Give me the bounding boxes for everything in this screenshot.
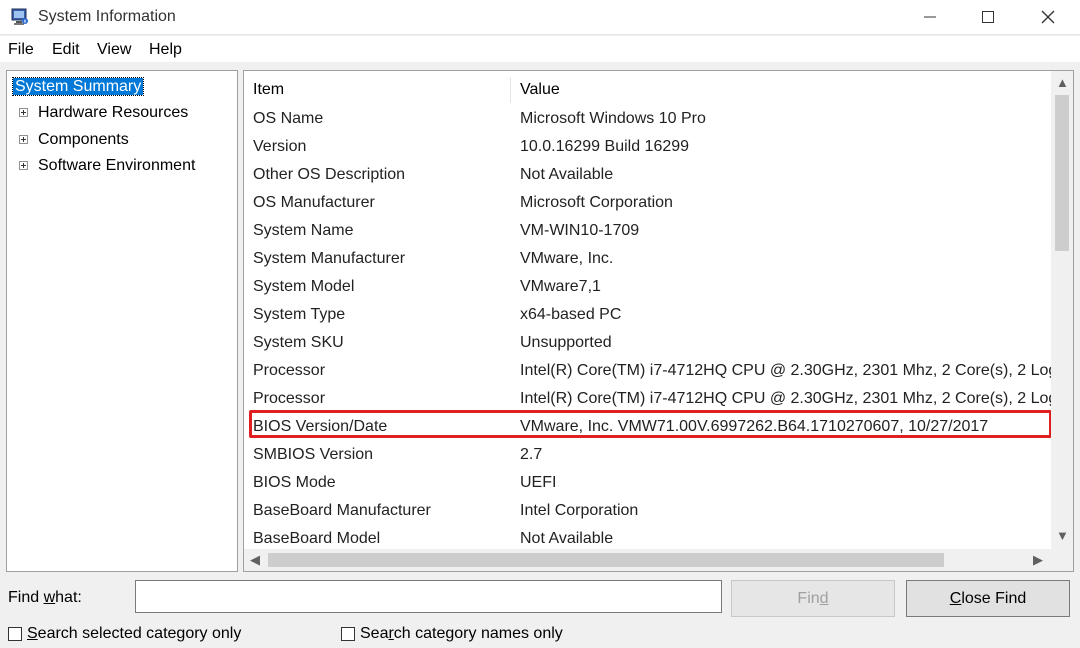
find-what-label: Find what: bbox=[8, 589, 82, 606]
cell-value: Intel Corporation bbox=[520, 502, 639, 519]
table-row[interactable]: Processor Intel(R) Core(TM) i7-4712HQ CPU… bbox=[244, 357, 1052, 385]
scroll-right-icon[interactable]: ▶ bbox=[1033, 553, 1043, 566]
expand-plus-icon[interactable] bbox=[19, 108, 28, 117]
table-row[interactable]: OS Name Microsoft Windows 10 Pro bbox=[244, 105, 1052, 133]
category-tree[interactable]: System Summary Hardware Resources Compon… bbox=[6, 70, 238, 572]
cell-value: Intel(R) Core(TM) i7-4712HQ CPU @ 2.30GH… bbox=[520, 362, 1052, 379]
vertical-scrollbar[interactable]: ▲ ▼ bbox=[1051, 71, 1073, 571]
checkbox-label: Search category names only bbox=[360, 625, 563, 642]
cell-value: Unsupported bbox=[520, 334, 612, 351]
scroll-down-icon[interactable]: ▼ bbox=[1056, 529, 1069, 542]
scroll-left-icon[interactable]: ◀ bbox=[250, 553, 260, 566]
horizontal-scrollbar[interactable]: ◀ ▶ bbox=[244, 549, 1051, 571]
column-header-value[interactable]: Value bbox=[520, 79, 560, 105]
cell-value: x64-based PC bbox=[520, 306, 622, 323]
checkbox-box[interactable] bbox=[8, 627, 22, 641]
table-row[interactable]: OS Manufacturer Microsoft Corporation bbox=[244, 189, 1052, 217]
cell-value: Microsoft Corporation bbox=[520, 194, 673, 211]
menu-bar: File Edit View Help bbox=[0, 36, 1080, 62]
cell-value: 10.0.16299 Build 16299 bbox=[520, 138, 690, 155]
cell-item: System SKU bbox=[253, 334, 344, 351]
cell-value: Intel(R) Core(TM) i7-4712HQ CPU @ 2.30GH… bbox=[520, 390, 1052, 407]
cell-item: OS Name bbox=[253, 110, 324, 127]
cell-value: Not Available bbox=[520, 166, 614, 183]
window-title: System Information bbox=[38, 8, 176, 25]
scroll-up-icon[interactable]: ▲ bbox=[1056, 76, 1069, 89]
maximize-icon bbox=[982, 11, 994, 23]
table-row[interactable]: Version 10.0.16299 Build 16299 bbox=[244, 133, 1052, 161]
vertical-scroll-thumb[interactable] bbox=[1055, 95, 1069, 251]
table-row[interactable]: System Model VMware7,1 bbox=[244, 273, 1052, 301]
close-button[interactable] bbox=[1018, 0, 1078, 34]
tree-item-label: System Summary bbox=[11, 77, 145, 96]
cell-item: Processor bbox=[253, 362, 326, 379]
cell-item: Other OS Description bbox=[253, 166, 406, 183]
table-row[interactable]: Other OS Description Not Available bbox=[244, 161, 1052, 189]
cell-value: UEFI bbox=[520, 474, 557, 491]
cell-value: VMware, Inc. bbox=[520, 250, 614, 267]
close-find-button[interactable]: Close Find bbox=[906, 580, 1070, 617]
tree-item-components[interactable]: Components bbox=[19, 129, 129, 151]
table-row[interactable]: System Name VM-WIN10-1709 bbox=[244, 217, 1052, 245]
tree-item-hardware-resources[interactable]: Hardware Resources bbox=[19, 102, 188, 124]
cell-item: SMBIOS Version bbox=[253, 446, 374, 463]
tree-item-label: Components bbox=[38, 131, 129, 148]
cell-item: System Manufacturer bbox=[253, 250, 406, 267]
cell-item: OS Manufacturer bbox=[253, 194, 375, 211]
cell-value: VMware7,1 bbox=[520, 278, 601, 295]
minimize-icon bbox=[924, 16, 936, 18]
menu-file[interactable]: File bbox=[8, 41, 34, 59]
cell-item: Version bbox=[253, 138, 307, 155]
cell-value: 2.7 bbox=[520, 446, 543, 463]
minimize-button[interactable] bbox=[900, 0, 960, 34]
table-row[interactable]: System SKU Unsupported bbox=[244, 329, 1052, 357]
search-category-names-checkbox[interactable]: Search category names only bbox=[341, 624, 563, 644]
menu-help[interactable]: Help bbox=[149, 41, 182, 59]
checkbox-box[interactable] bbox=[341, 627, 355, 641]
cell-item: BIOS Mode bbox=[253, 474, 336, 491]
details-list[interactable]: Item Value OS Name Microsoft Windows 10 P… bbox=[243, 70, 1074, 572]
tree-item-label: Hardware Resources bbox=[38, 104, 189, 121]
title-bar: System Information bbox=[0, 0, 1080, 35]
table-row[interactable]: System Type x64-based PC bbox=[244, 301, 1052, 329]
close-icon bbox=[1041, 10, 1055, 24]
tree-item-label: Software Environment bbox=[38, 157, 196, 174]
cell-item: System Name bbox=[253, 222, 354, 239]
horizontal-scroll-thumb[interactable] bbox=[268, 553, 944, 567]
maximize-button[interactable] bbox=[958, 0, 1018, 34]
search-selected-category-checkbox[interactable]: Search selected category only bbox=[8, 624, 241, 644]
tree-item-system-summary[interactable]: System Summary bbox=[11, 76, 145, 98]
expand-plus-icon[interactable] bbox=[19, 161, 28, 170]
system-information-app-icon bbox=[11, 8, 28, 25]
table-row[interactable]: SMBIOS Version 2.7 bbox=[244, 441, 1052, 469]
table-row[interactable]: BIOS Mode UEFI bbox=[244, 469, 1052, 497]
find-what-input[interactable] bbox=[135, 580, 722, 613]
menu-edit[interactable]: Edit bbox=[52, 41, 80, 59]
cell-value: Microsoft Windows 10 Pro bbox=[520, 110, 706, 127]
highlight-box bbox=[249, 410, 1052, 438]
expand-plus-icon[interactable] bbox=[19, 135, 28, 144]
table-row[interactable]: BaseBoard Manufacturer Intel Corporation bbox=[244, 497, 1052, 525]
cell-item: System Type bbox=[253, 306, 346, 323]
column-header-item[interactable]: Item bbox=[253, 79, 284, 105]
tree-item-software-environment[interactable]: Software Environment bbox=[19, 155, 195, 177]
table-row[interactable]: System Manufacturer VMware, Inc. bbox=[244, 245, 1052, 273]
checkbox-label: Search selected category only bbox=[27, 625, 242, 642]
cell-item: Processor bbox=[253, 390, 326, 407]
cell-item: BaseBoard Manufacturer bbox=[253, 502, 431, 519]
table-row[interactable]: Processor Intel(R) Core(TM) i7-4712HQ CPU… bbox=[244, 385, 1052, 413]
cell-item: System Model bbox=[253, 278, 355, 295]
menu-view[interactable]: View bbox=[97, 41, 131, 59]
column-separator[interactable] bbox=[510, 77, 511, 103]
cell-value: VM-WIN10-1709 bbox=[520, 222, 640, 239]
find-button[interactable]: Fin d bbox=[731, 580, 895, 617]
